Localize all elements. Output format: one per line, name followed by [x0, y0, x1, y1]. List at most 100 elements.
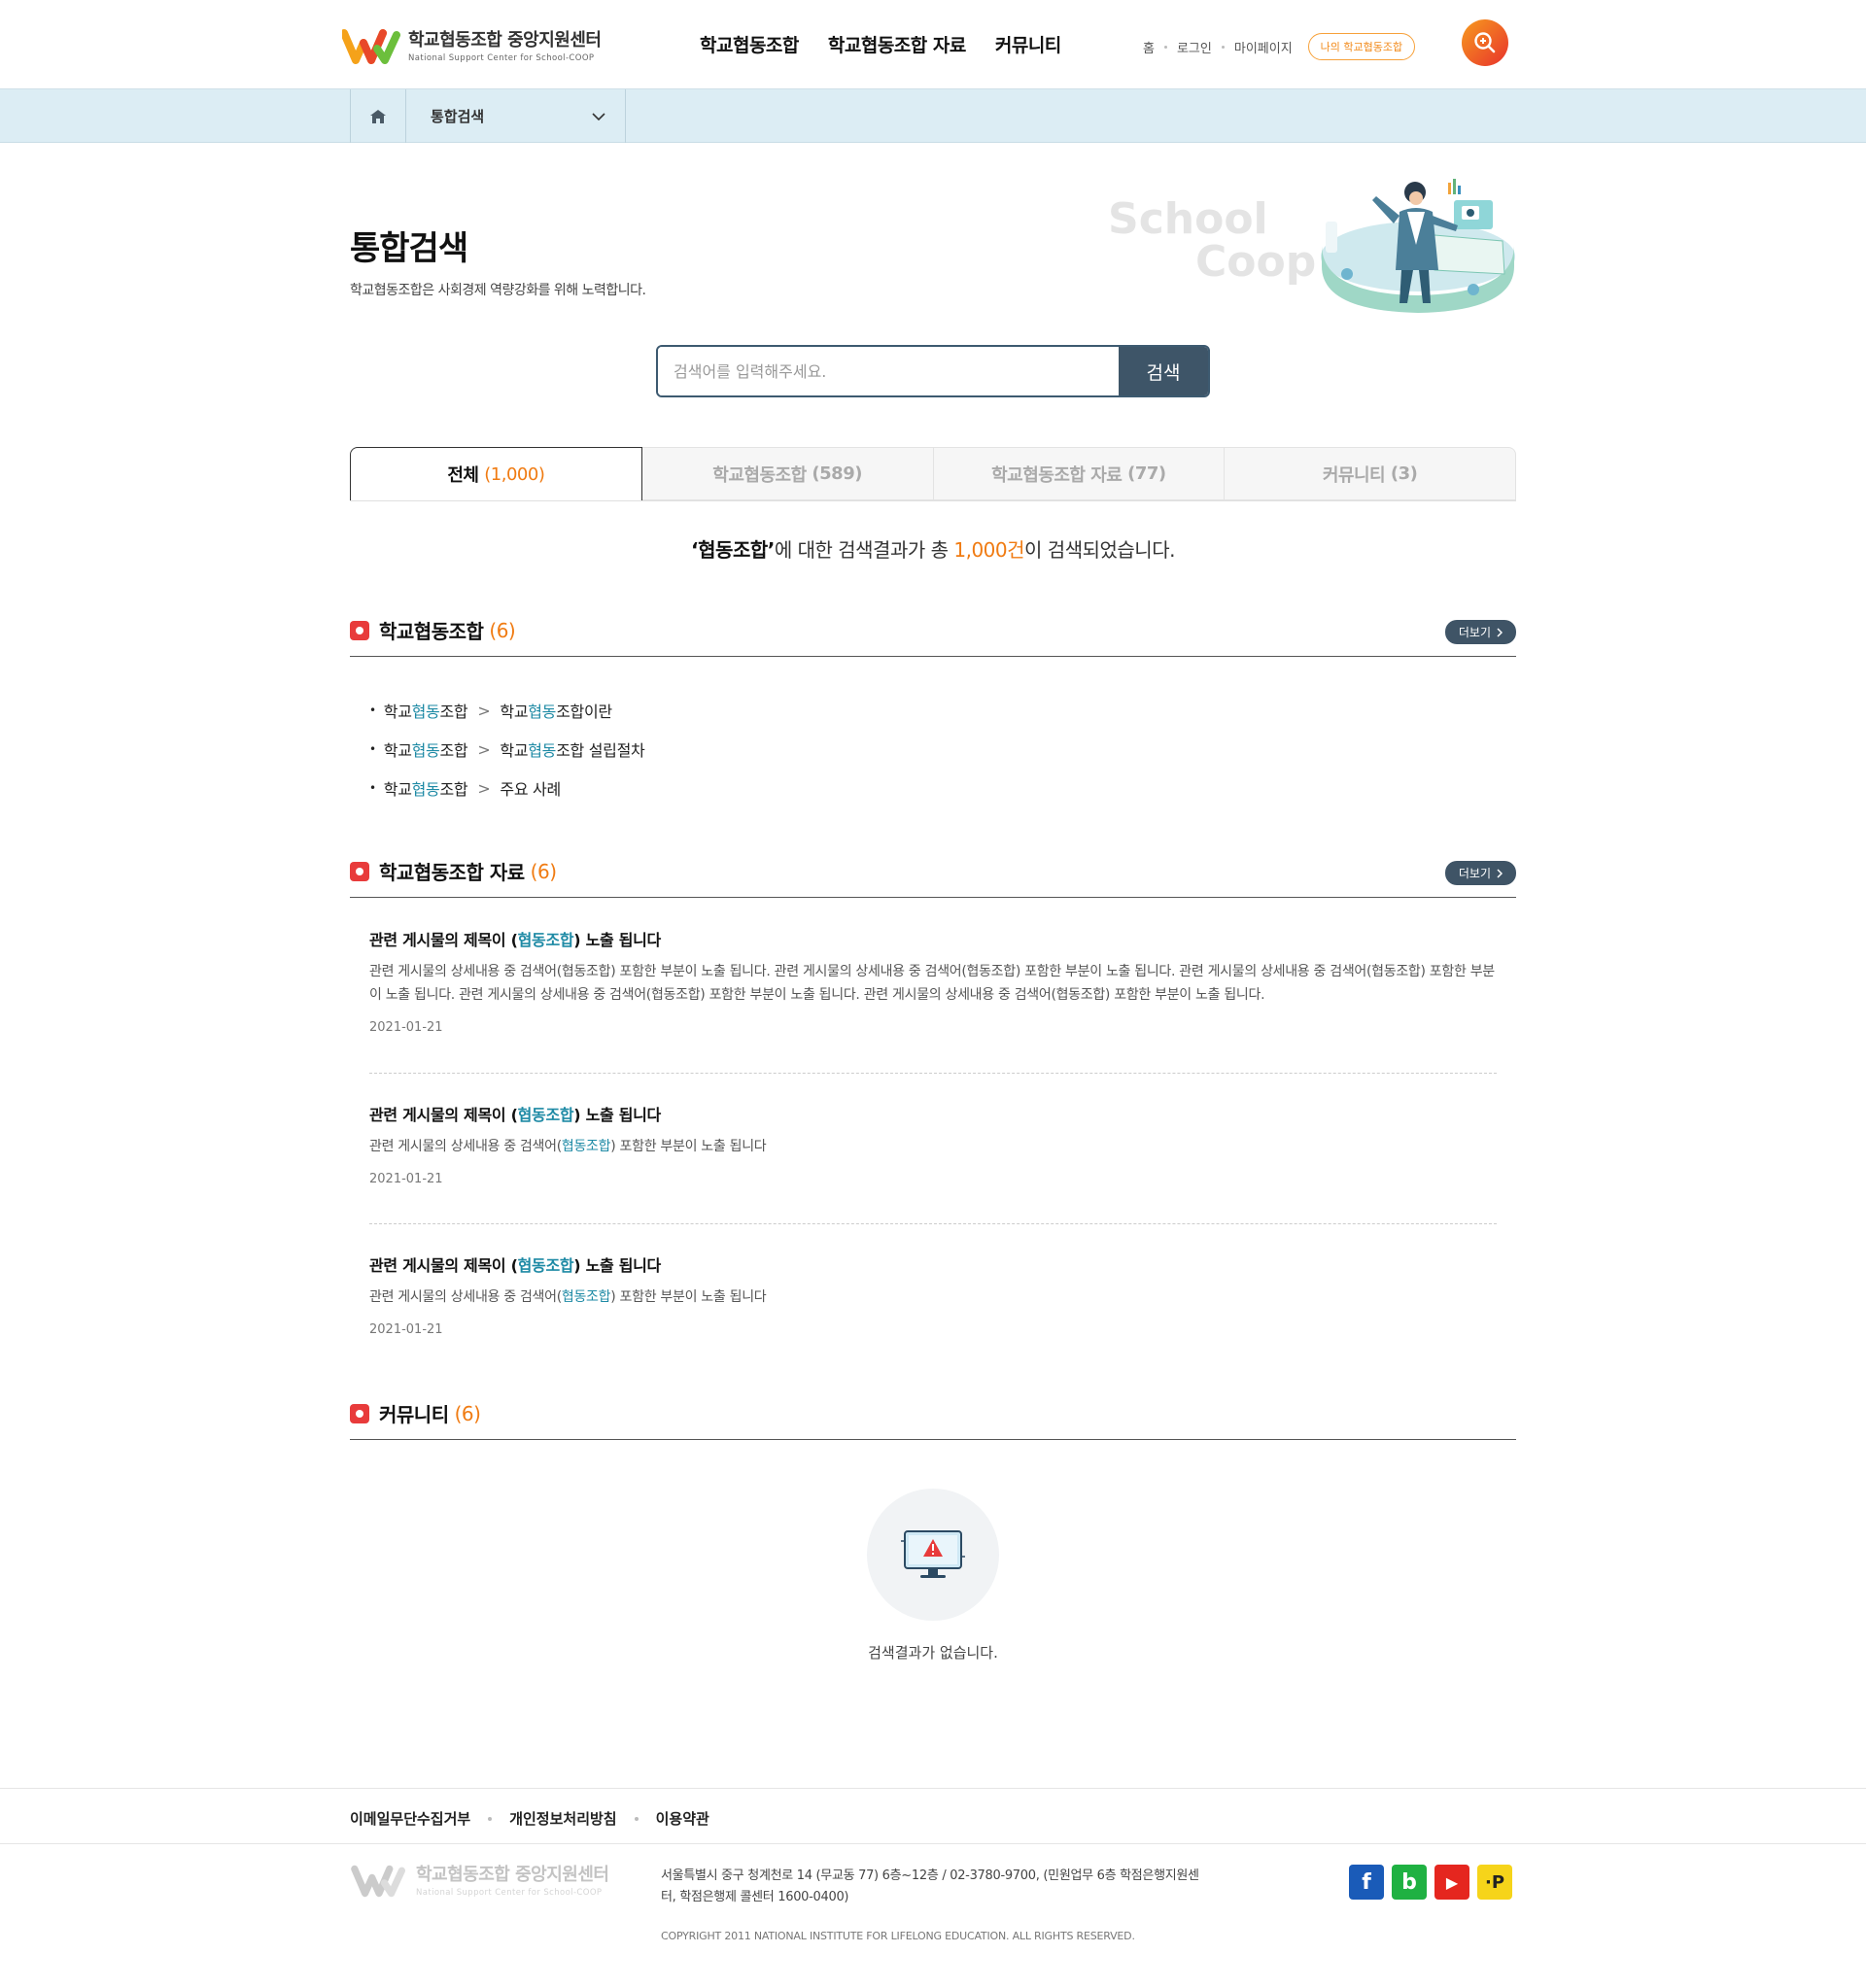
post-title-part: 관련 게시물의 제목이 (: [369, 1106, 518, 1124]
tab-label: 전체: [447, 465, 479, 486]
post-excerpt: 관련 게시물의 상세내용 중 검색어(협동조합) 포함한 부분이 노출 됩니다: [369, 1135, 1497, 1158]
tab-coop[interactable]: 학교협동조합 (589): [641, 447, 934, 500]
result-summary: ‘협동조합’에 대한 검색결과가 총 1,000건이 검색되었습니다.: [350, 534, 1516, 563]
post-excerpt-part: 관련 게시물의 상세내용 중 검색어(협동조합) 포함한 부분이 노출 됩니다.…: [369, 964, 1495, 1003]
post-excerpt-part: ) 포함한 부분이 노출 됩니다: [610, 1139, 767, 1154]
nav-item-coop[interactable]: 학교협동조합: [700, 31, 799, 57]
empty-state-text: 검색결과가 없습니다.: [868, 1644, 998, 1662]
section-header-materials: 학교협동조합 자료 (6) 더보기: [350, 853, 1516, 898]
post-title: 관련 게시물의 제목이 (협동조합) 노출 됩니다: [369, 1102, 1497, 1125]
logo-subtitle: National Support Center for School-COOP: [408, 52, 595, 63]
post-excerpt-keyword: 협동조합: [561, 1139, 611, 1154]
warning-monitor-icon: [901, 1530, 965, 1578]
target-part: 학교: [500, 703, 529, 721]
post-divider: [369, 1073, 1497, 1074]
more-button[interactable]: 더보기: [1444, 861, 1516, 885]
list-item[interactable]: 학교협동조합 > 주요 사례: [369, 769, 644, 807]
post-excerpt: 관련 게시물의 상세내용 중 검색어(협동조합) 포함한 부분이 노출 됩니다.…: [369, 960, 1497, 1007]
post-title-part: 관련 게시물의 제목이 (: [369, 931, 518, 949]
nav-item-community[interactable]: 커뮤니티: [995, 31, 1061, 57]
util-login-link[interactable]: 로그인: [1177, 38, 1212, 56]
footer-copyright: COPYRIGHT 2011 NATIONAL INSTITUTE FOR LI…: [661, 1930, 1135, 1942]
tab-label: 학교협동조합 자료: [991, 464, 1123, 486]
util-divider: [1221, 45, 1225, 49]
section-title-text: 학교협동조합: [379, 620, 484, 643]
chevron-right-icon: [1497, 627, 1503, 637]
post-excerpt-part: 관련 게시물의 상세내용 중 검색어(: [369, 1289, 562, 1305]
logo-w-icon: [342, 29, 400, 64]
target-keyword: 협동: [528, 703, 557, 721]
location-dropdown[interactable]: 통합검색: [406, 89, 626, 143]
empty-state-badge: [867, 1489, 999, 1621]
post-excerpt: 관련 게시물의 상세내용 중 검색어(협동조합) 포함한 부분이 노출 됩니다: [369, 1285, 1497, 1309]
footer-logo-title: 학교협동조합 중앙지원센터: [416, 1864, 609, 1885]
post-title: 관련 게시물의 제목이 (협동조합) 노출 됩니다: [369, 1252, 1497, 1276]
post-item[interactable]: 관련 게시물의 제목이 (협동조합) 노출 됩니다 관련 게시물의 상세내용 중…: [369, 1102, 1497, 1186]
util-divider: [1163, 45, 1167, 49]
post-title-part: ) 노출 됩니다: [573, 931, 661, 949]
list-item[interactable]: 학교협동조합 > 학교협동조합이란: [369, 691, 644, 730]
path-part: 학교: [383, 780, 412, 799]
site-header: 학교협동조합 중앙지원센터 National Support Center fo…: [0, 0, 1866, 89]
main-nav: 학교협동조합 학교협동조합 자료 커뮤니티: [700, 31, 1061, 57]
path-part: 학교: [383, 703, 412, 721]
post-title-keyword: 협동조합: [517, 1256, 574, 1275]
post-item[interactable]: 관련 게시물의 제목이 (협동조합) 노출 됩니다 관련 게시물의 상세내용 중…: [369, 927, 1497, 1035]
facebook-icon[interactable]: f: [1349, 1865, 1384, 1900]
target-keyword: 협동: [528, 741, 557, 760]
path-part: 학교: [383, 741, 412, 760]
util-mypage-link[interactable]: 마이페이지: [1234, 38, 1293, 56]
tab-all[interactable]: 전체 (1,000): [350, 447, 642, 500]
util-menu: 홈 로그인 마이페이지 나의 학교협동조합: [1143, 33, 1416, 60]
search-form: 검색: [656, 345, 1210, 397]
logo-title: 학교협동조합 중앙지원센터: [408, 29, 602, 51]
footer-link-privacy[interactable]: 개인정보처리방침: [509, 1808, 616, 1829]
tab-count: (77): [1127, 463, 1166, 484]
chevron-right-icon: [1497, 868, 1503, 878]
path-separator: >: [477, 701, 491, 720]
list-item[interactable]: 학교협동조합 > 학교협동조합 설립절차: [369, 730, 645, 769]
section-count: (6): [454, 1401, 481, 1425]
hero-watermark: School Coop: [1108, 198, 1316, 284]
footer-link-terms[interactable]: 이용약관: [656, 1808, 709, 1829]
home-button[interactable]: [350, 89, 406, 143]
util-home-link[interactable]: 홈: [1143, 38, 1155, 56]
post-item[interactable]: 관련 게시물의 제목이 (협동조합) 노출 됩니다 관련 게시물의 상세내용 중…: [369, 1252, 1497, 1337]
path-separator: >: [477, 778, 491, 798]
tab-count: (589): [812, 463, 862, 484]
target-part: 조합이란: [556, 703, 612, 721]
summary-count: 1,000건: [953, 538, 1025, 562]
path-keyword: 협동: [411, 780, 440, 799]
tab-materials[interactable]: 학교협동조합 자료 (77): [933, 447, 1226, 500]
footer-link-email-refusal[interactable]: 이메일무단수집거부: [350, 1808, 470, 1829]
more-button[interactable]: 더보기: [1444, 620, 1516, 644]
post-divider: [369, 1223, 1497, 1224]
post-excerpt-keyword: 협동조합: [561, 1289, 611, 1305]
target-part: 주요 사례: [500, 780, 561, 799]
section-title-text: 학교협동조합 자료: [379, 861, 525, 884]
header-search-button[interactable]: [1462, 19, 1508, 66]
home-icon: [370, 109, 386, 123]
my-coop-button[interactable]: 나의 학교협동조합: [1307, 33, 1416, 60]
more-button-label: 더보기: [1458, 867, 1491, 880]
more-button-label: 더보기: [1458, 626, 1491, 639]
section-title: 커뮤니티 (6): [350, 1399, 481, 1427]
page-title: 통합검색: [350, 229, 468, 268]
hero-line1: School: [1108, 194, 1268, 244]
search-button[interactable]: 검색: [1119, 347, 1208, 395]
tab-community[interactable]: 커뮤니티 (3): [1225, 447, 1516, 500]
nav-item-materials[interactable]: 학교협동조합 자료: [828, 31, 966, 57]
summary-keyword: ‘협동조합’: [691, 538, 775, 562]
empty-state: 검색결과가 없습니다.: [350, 1489, 1516, 1662]
post-icon[interactable]: ·P: [1477, 1865, 1512, 1900]
post-title-keyword: 협동조합: [517, 931, 574, 949]
post-excerpt-part: 관련 게시물의 상세내용 중 검색어(: [369, 1139, 562, 1154]
youtube-icon[interactable]: ▶: [1434, 1865, 1469, 1900]
search-input[interactable]: [658, 347, 1119, 395]
blog-icon[interactable]: b: [1392, 1865, 1427, 1900]
section-bullet-icon: [350, 1403, 369, 1423]
sns-links: f b ▶ ·P: [1349, 1865, 1512, 1900]
site-logo[interactable]: 학교협동조합 중앙지원센터 National Support Center fo…: [342, 27, 602, 66]
tab-label: 학교협동조합: [712, 464, 807, 486]
chevron-down-icon: [592, 112, 605, 120]
